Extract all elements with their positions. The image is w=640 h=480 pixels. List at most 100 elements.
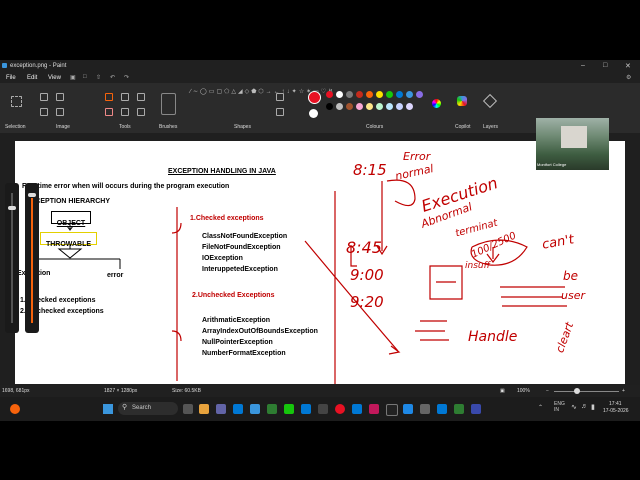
color-picker-icon[interactable] [121, 108, 129, 116]
edit-colors-icon[interactable] [432, 99, 441, 108]
group-shapes-label: Shapes [234, 124, 251, 130]
chrome-icon[interactable] [284, 404, 294, 414]
shape-righttri-icon[interactable]: ◢ [238, 89, 245, 95]
color-swatch[interactable] [406, 103, 413, 110]
start-icon[interactable] [103, 404, 113, 414]
minimize-icon[interactable]: – [581, 62, 585, 69]
color-swatch[interactable] [346, 103, 353, 110]
browser-icon[interactable] [454, 404, 464, 414]
color-swatch[interactable] [396, 91, 403, 98]
save-icon[interactable]: ▣ [70, 74, 76, 81]
copilot-icon[interactable] [457, 96, 467, 106]
fill-icon[interactable] [121, 93, 129, 101]
close-icon[interactable]: ✕ [625, 62, 631, 70]
secondary-color[interactable] [309, 109, 318, 118]
color-swatch[interactable] [416, 91, 423, 98]
zoom-slider[interactable] [554, 391, 619, 392]
menu-file[interactable]: File [6, 75, 16, 81]
tray-chevron-icon[interactable]: ⌃ [538, 404, 543, 411]
shape-oval-icon[interactable]: ◯ [200, 89, 209, 95]
crop-icon[interactable] [40, 93, 48, 101]
clock-date[interactable]: 17-05-2026 [603, 408, 629, 414]
photos-icon[interactable] [403, 404, 413, 414]
app-icon[interactable] [318, 404, 328, 414]
zoom-in-icon[interactable]: + [622, 388, 625, 394]
zoom-out-icon[interactable]: − [546, 388, 549, 394]
maximize-icon[interactable]: □ [603, 62, 607, 69]
settings-icon[interactable]: ⚙ [626, 74, 631, 81]
widgets-icon[interactable] [10, 404, 20, 414]
drawing-canvas[interactable]: EXCEPTION HANDLING IN JAVA Run time erro… [15, 141, 625, 384]
opacity-thumb[interactable] [28, 193, 36, 197]
hierarchy-branch [34, 258, 121, 269]
primary-color[interactable] [308, 91, 321, 104]
resize-icon[interactable] [56, 93, 64, 101]
word-icon[interactable] [352, 404, 362, 414]
color-swatch[interactable] [376, 91, 383, 98]
menu-view[interactable]: View [48, 75, 61, 81]
shape-curve-icon[interactable]: ∼ [193, 89, 200, 95]
shapes-gallery[interactable]: ∕∼◯▭▢⬠△◢◇⬟⬡→←↑↓✦☆✶▭♡↯ [190, 89, 333, 119]
shape-arrow-right-icon[interactable]: → [266, 89, 274, 95]
color-swatch[interactable] [346, 91, 353, 98]
color-swatch[interactable] [326, 91, 333, 98]
new-file-icon[interactable]: □ [83, 74, 87, 80]
rotate-icon[interactable] [40, 108, 48, 116]
color-swatch[interactable] [376, 103, 383, 110]
layers-icon[interactable] [482, 93, 498, 109]
battery-icon[interactable]: ▮ [591, 403, 595, 411]
file-explorer-icon[interactable] [199, 404, 209, 414]
zoom-level[interactable]: 100% [517, 388, 530, 394]
vscode-icon[interactable] [301, 404, 311, 414]
color-swatch[interactable] [336, 103, 343, 110]
share-icon[interactable]: ⇧ [96, 74, 101, 81]
color-swatch[interactable] [356, 103, 363, 110]
shape-fill-icon[interactable] [276, 108, 284, 116]
color-swatch[interactable] [386, 103, 393, 110]
fit-icon[interactable]: ▣ [500, 388, 505, 394]
edge-icon[interactable] [267, 404, 277, 414]
store-icon[interactable] [250, 404, 260, 414]
shape-star4-icon[interactable]: ✦ [292, 89, 299, 95]
pencil-icon[interactable] [105, 93, 113, 101]
text-icon[interactable] [137, 93, 145, 101]
shape-triangle-icon[interactable]: △ [231, 89, 238, 95]
eraser-icon[interactable] [105, 108, 113, 116]
paint-taskbar-icon[interactable] [369, 404, 379, 414]
color-swatch[interactable] [406, 91, 413, 98]
flip-icon[interactable] [56, 108, 64, 116]
color-swatch[interactable] [326, 103, 333, 110]
color-swatch[interactable] [386, 91, 393, 98]
undo-icon[interactable]: ↶ [110, 74, 115, 81]
color-swatch[interactable] [366, 103, 373, 110]
shape-hexagon-icon[interactable]: ⬡ [258, 89, 265, 95]
zoom-thumb[interactable] [574, 388, 580, 394]
color-swatch[interactable] [396, 103, 403, 110]
color-swatch[interactable] [366, 91, 373, 98]
shape-roundrect-icon[interactable]: ▢ [216, 89, 224, 95]
menu-edit[interactable]: Edit [27, 75, 37, 81]
wifi-icon[interactable]: ∿ [571, 403, 577, 411]
search-box[interactable]: ⚲ Search [118, 402, 178, 415]
teams-icon[interactable] [216, 404, 226, 414]
app2-icon[interactable] [471, 404, 481, 414]
brush-size-thumb[interactable] [8, 206, 16, 210]
select-icon[interactable] [11, 96, 22, 107]
mail-icon[interactable] [233, 404, 243, 414]
brush-icon[interactable] [161, 93, 176, 115]
outline-icon[interactable] [276, 93, 284, 101]
redo-icon[interactable]: ↷ [124, 74, 129, 81]
volume-icon[interactable]: ♬ [581, 403, 588, 410]
opera-icon[interactable] [335, 404, 345, 414]
clock-time[interactable]: 17:41 [609, 401, 622, 407]
color-swatch[interactable] [336, 91, 343, 98]
terminal-icon[interactable] [386, 404, 398, 416]
shape-star5-icon[interactable]: ☆ [299, 89, 306, 95]
squiggle [386, 179, 416, 207]
language-indicator[interactable]: ENG IN [554, 401, 565, 413]
magnifier-icon[interactable] [137, 108, 145, 116]
recorder-icon[interactable] [437, 404, 447, 414]
color-swatch[interactable] [356, 91, 363, 98]
settings-taskbar-icon[interactable] [420, 404, 430, 414]
task-view-icon[interactable] [183, 404, 193, 414]
